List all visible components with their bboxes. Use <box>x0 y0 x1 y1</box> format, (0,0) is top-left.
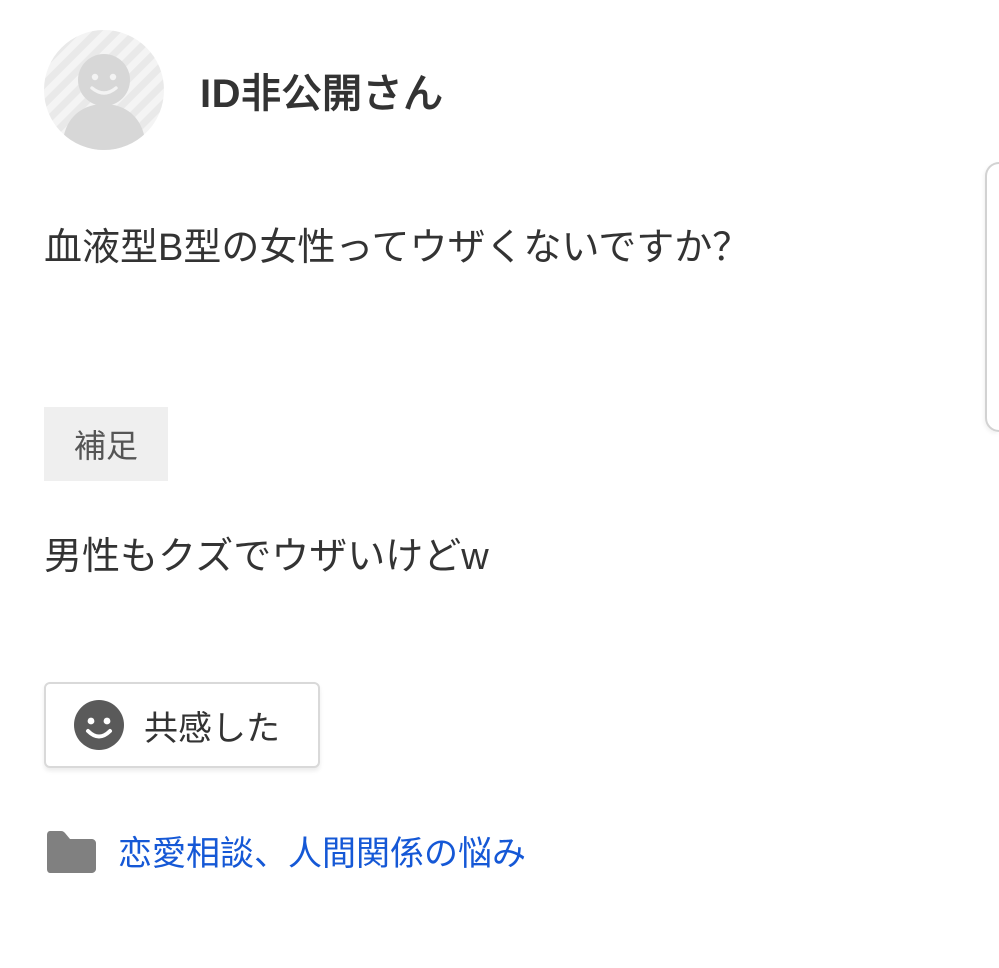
question-header: ID非公開さん <box>44 30 955 150</box>
username[interactable]: ID非公開さん <box>200 61 444 119</box>
folder-icon <box>44 829 98 873</box>
supplement-label: 補足 <box>44 407 168 481</box>
side-handle[interactable] <box>985 162 999 432</box>
question-container: ID非公開さん 血液型B型の女性ってウザくないですか？ 補足 男性もクズでウザい… <box>0 0 999 875</box>
like-label: 共感した <box>144 701 280 750</box>
like-button[interactable]: 共感した <box>44 682 320 768</box>
supplement-body: 男性もクズでウザいけどw <box>44 529 955 586</box>
category-link[interactable]: 恋愛相談、人間関係の悩み <box>118 826 526 875</box>
avatar[interactable] <box>44 30 164 150</box>
category-row: 恋愛相談、人間関係の悩み <box>44 826 955 875</box>
question-body: 血液型B型の女性ってウザくないですか？ <box>44 220 955 277</box>
avatar-icon <box>44 30 164 150</box>
smile-icon <box>74 700 124 750</box>
